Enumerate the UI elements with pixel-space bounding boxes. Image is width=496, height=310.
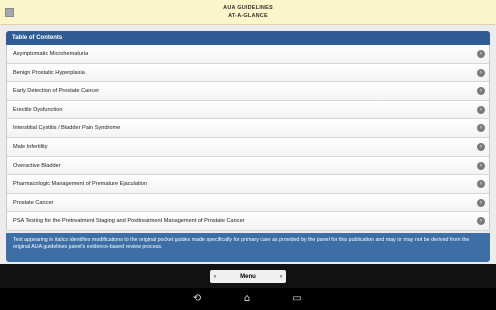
toc-item-label: Pharmacologic Management of Premature Ej… — [13, 181, 148, 188]
chevron-right-icon[interactable]: › — [280, 274, 282, 280]
toc-item-asymptomatic-microhematuria[interactable]: Asymptomatic Microhematuria › — [7, 45, 489, 64]
system-nav-bar: ⟲ ⌂ ▭ — [0, 288, 496, 310]
app-header: AUA GUIDELINES AT-A-GLANCE — [0, 0, 496, 25]
footer-bar: ‹ Menu › — [0, 264, 496, 288]
chevron-right-icon: › — [477, 105, 485, 114]
chevron-right-icon: › — [477, 124, 485, 133]
toc-item-bph[interactable]: Benign Prostatic Hyperplasia › — [7, 63, 489, 83]
recent-apps-icon[interactable]: ▭ — [290, 293, 304, 305]
app-title: AUA GUIDELINES AT-A-GLANCE — [0, 4, 496, 20]
disclaimer-note: Text appearing in italics identifies mod… — [6, 233, 490, 262]
app-title-line2: AT-A-GLANCE — [228, 13, 268, 19]
chevron-right-icon: › — [477, 142, 485, 151]
chevron-left-icon[interactable]: ‹ — [214, 274, 216, 280]
back-icon[interactable]: ⟲ — [190, 293, 204, 305]
toc-item-label: Overactive Bladder — [13, 162, 61, 169]
chevron-right-icon: › — [477, 161, 485, 170]
chevron-right-icon: › — [477, 68, 485, 77]
toc-item-label: Interstitial Cystitis / Bladder Pain Syn… — [13, 125, 121, 132]
toc-item-label: Asymptomatic Microhematuria — [13, 51, 89, 57]
toc-item-premature-ejaculation[interactable]: Pharmacologic Management of Premature Ej… — [7, 175, 489, 194]
toc-item-label: Male Infertility — [13, 143, 48, 150]
chevron-right-icon: › — [477, 87, 485, 96]
chevron-right-icon: › — [477, 217, 485, 226]
toc-item-male-infertility[interactable]: Male Infertility › — [7, 137, 489, 157]
toc-list: Asymptomatic Microhematuria › Benign Pro… — [6, 45, 490, 231]
toc-item-label: Erectile Dysfunction — [13, 106, 63, 113]
chevron-right-icon: › — [477, 180, 485, 189]
app-title-line1: AUA GUIDELINES — [223, 5, 273, 11]
menu-button-label: Menu — [240, 273, 256, 280]
toc-item-early-detection[interactable]: Early Detection of Prostate Cancer › — [7, 82, 489, 101]
home-icon[interactable]: ⌂ — [240, 293, 254, 305]
toc-item-interstitial-cystitis[interactable]: Interstitial Cystitis / Bladder Pain Syn… — [7, 119, 489, 138]
toc-item-label: Early Detection of Prostate Cancer — [13, 88, 100, 95]
toc-item-erectile-dysfunction[interactable]: Erectile Dysfunction › — [7, 100, 489, 120]
toc-item-label: Benign Prostatic Hyperplasia — [13, 69, 85, 76]
toc-heading: Table of Contents — [6, 31, 490, 45]
toc-item-prostate-cancer[interactable]: Prostate Cancer › — [7, 193, 489, 213]
menu-button[interactable]: ‹ Menu › — [210, 270, 286, 283]
toc-item-psa-testing[interactable]: PSA Testing for the Pretreatment Staging… — [7, 212, 489, 231]
toc-item-label: PSA Testing for the Pretreatment Staging… — [13, 218, 245, 225]
chevron-right-icon: › — [477, 198, 485, 207]
toc-item-overactive-bladder[interactable]: Overactive Bladder › — [7, 156, 489, 176]
chevron-right-icon: › — [477, 50, 485, 58]
toc-panel: Table of Contents Asymptomatic Microhema… — [6, 31, 490, 261]
toc-item-label: Prostate Cancer — [13, 199, 54, 206]
